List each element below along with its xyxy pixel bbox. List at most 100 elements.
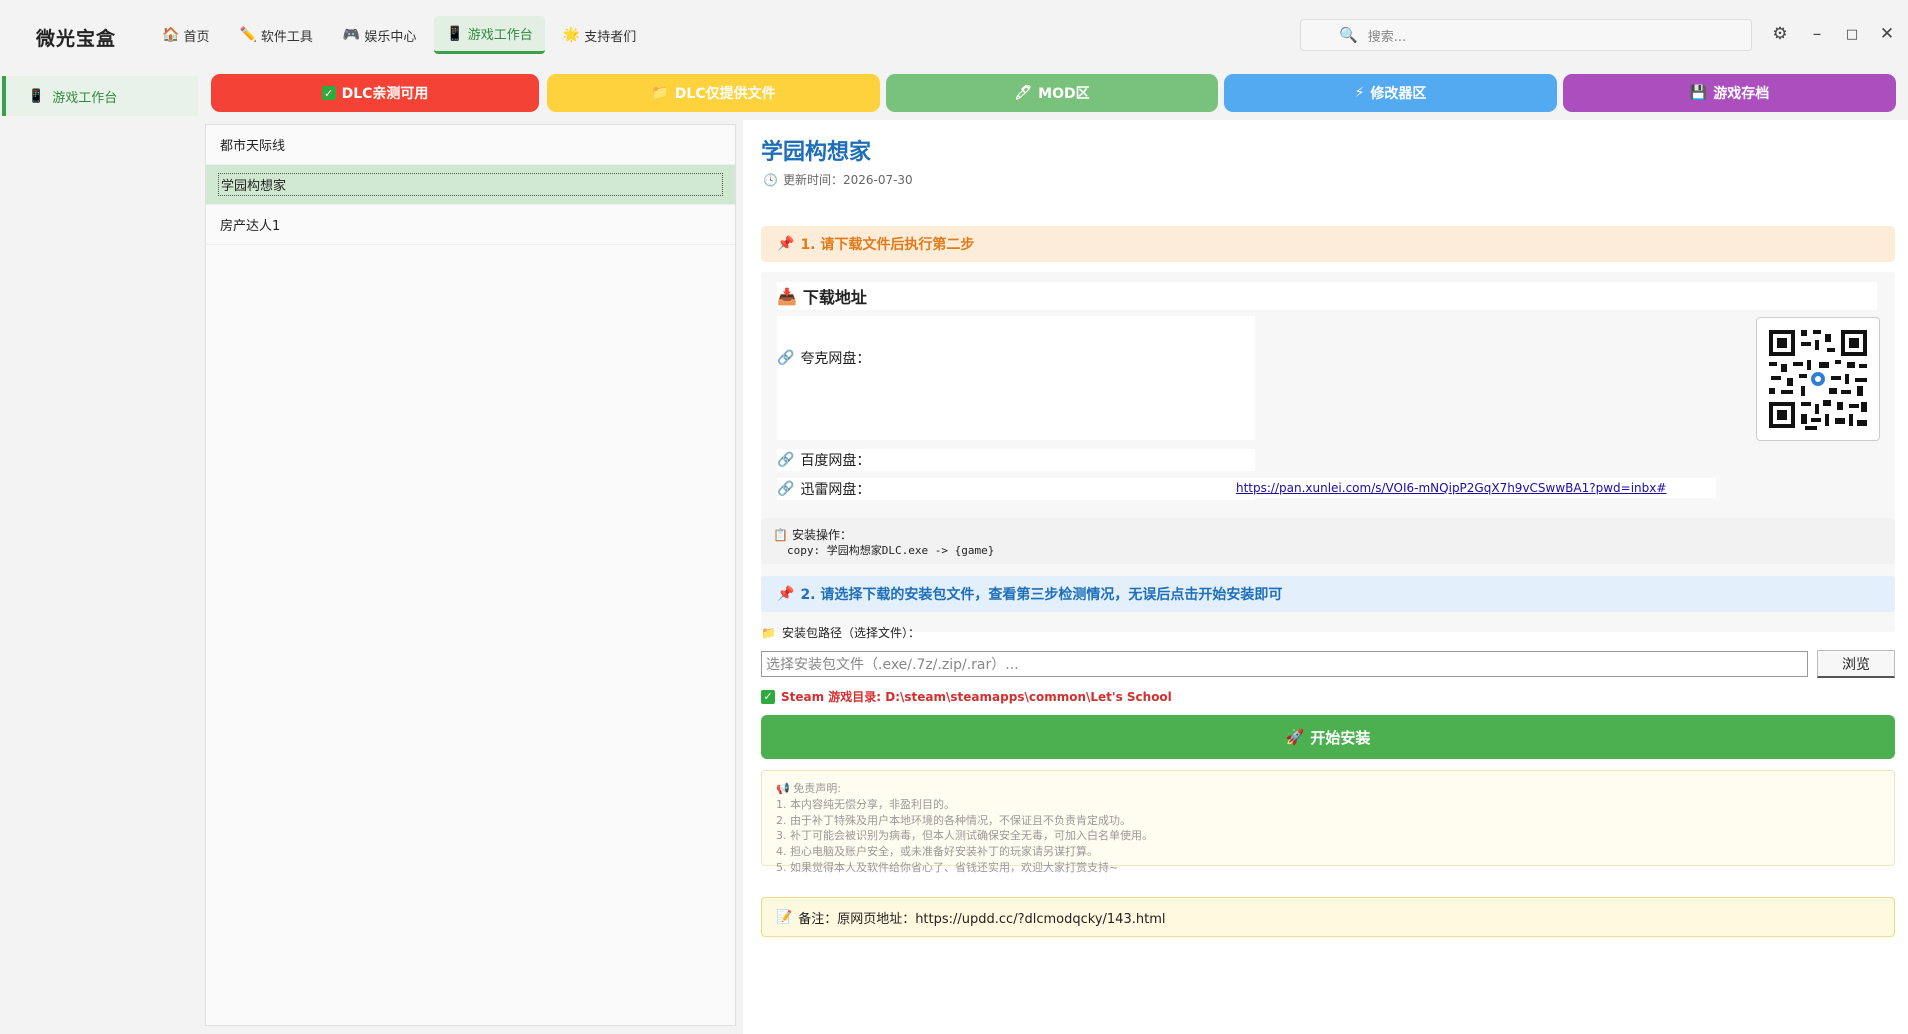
check-icon: ✓ xyxy=(761,689,775,704)
sidebar: 📱 游戏工作台 xyxy=(0,70,200,1034)
list-item-label: 都市天际线 xyxy=(220,139,286,154)
list-item[interactable]: 房产达人1 xyxy=(206,205,735,245)
nav-label: 娱乐中心 xyxy=(364,29,417,45)
xunlei-label: 🔗 迅雷网盘： xyxy=(777,479,870,499)
category-label: DLC仅提供文件 xyxy=(674,86,776,102)
category-trainer-button[interactable]: ⚡ 修改器区 xyxy=(1224,74,1557,112)
package-path-label-text: 安装包路径（选择文件）： xyxy=(781,626,920,640)
package-path-input[interactable]: 选择安装包文件（.exe/.7z/.zip/.rar）... xyxy=(761,651,1808,677)
pencil-icon: ✏️ xyxy=(239,27,257,43)
step1-banner: 📌 1. 请下载文件后执行第二步 xyxy=(761,226,1895,262)
minimize-icon[interactable]: – xyxy=(1805,24,1829,44)
search-placeholder: 搜索... xyxy=(1367,29,1407,45)
megaphone-icon: 📢 xyxy=(776,782,790,795)
top-nav: 🏠 首页 ✏️ 软件工具 🎮 娱乐中心 📱 游戏工作台 🌟 支持者们 xyxy=(150,16,648,54)
xunlei-label-text: 迅雷网盘： xyxy=(800,482,871,498)
maximize-icon[interactable]: □ xyxy=(1840,27,1864,42)
settings-icon[interactable]: ⚙ xyxy=(1768,24,1792,44)
quark-label: 🔗 夸克网盘： xyxy=(777,348,870,368)
step1-text: 1. 请下载文件后执行第二步 xyxy=(800,237,975,253)
install-label-text: 安装操作： xyxy=(791,528,852,542)
detail-panel: 学园构想家 🕓 更新时间：2026-07-30 📌 1. 请下载文件后执行第二步… xyxy=(743,120,1908,1034)
list-item-selected[interactable]: 学园构想家 xyxy=(206,165,735,205)
disclaimer-line: 4. 担心电脑及账户安全，或未准备好安装补丁的玩家请另谋打算。 xyxy=(776,845,1098,859)
search-icon: 🔍 xyxy=(1339,26,1358,44)
disclaimer-title-text: 免责声明: xyxy=(793,782,841,795)
list-item[interactable]: 都市天际线 xyxy=(206,125,735,165)
check-icon: ✓ xyxy=(321,86,336,100)
nav-supporters[interactable]: 🌟 支持者们 xyxy=(551,16,648,54)
nav-game-workbench[interactable]: 📱 游戏工作台 xyxy=(434,16,545,54)
nav-entertainment[interactable]: 🎮 娱乐中心 xyxy=(331,16,428,54)
sidebar-item-label: 游戏工作台 xyxy=(52,90,118,106)
list-item-label: 学园构想家 xyxy=(218,173,723,196)
start-install-label: 开始安装 xyxy=(1310,728,1371,747)
disclaimer-line: 5. 如果觉得本人及软件给你省心了、省钱还实用，欢迎大家打赏支持~ xyxy=(776,860,1119,874)
disclaimer-line: 1. 本内容纯无偿分享，非盈利目的。 xyxy=(776,797,955,811)
nav-home[interactable]: 🏠 首页 xyxy=(150,16,221,54)
install-label: 📋 安装操作： xyxy=(773,526,852,543)
clock-icon: 🕓 xyxy=(763,172,778,187)
search-input[interactable]: 🔍 搜索... xyxy=(1300,19,1752,51)
disclaimer-title: 📢 免责声明: xyxy=(776,781,1880,797)
install-command: copy: 学园构想家DLC.exe -> {game} xyxy=(787,544,995,557)
star-icon: 🌟 xyxy=(562,27,581,43)
step2-banner: 📌 2. 请选择下载的安装包文件，查看第三步检测情况，无误后点击开始安装即可 xyxy=(761,576,1895,612)
phone-icon: 📱 xyxy=(28,88,45,104)
update-time-text: 更新时间：2026-07-30 xyxy=(782,173,913,187)
folder-icon: 📁 xyxy=(761,625,776,640)
baidu-label-text: 百度网盘： xyxy=(800,453,871,469)
browse-button[interactable]: 浏览 xyxy=(1817,650,1895,678)
link-icon: 🔗 xyxy=(777,350,795,366)
package-path-label: 📁 安装包路径（选择文件）： xyxy=(761,624,920,641)
rocket-icon: 🚀 xyxy=(1285,728,1305,746)
save-icon: 💾 xyxy=(1689,85,1708,101)
start-install-button[interactable]: 🚀 开始安装 xyxy=(761,715,1895,759)
pin-icon: 📌 xyxy=(777,586,795,602)
category-label: DLC亲测可用 xyxy=(341,86,429,102)
step2-text: 2. 请选择下载的安装包文件，查看第三步检测情况，无误后点击开始安装即可 xyxy=(800,587,1283,603)
game-list: 都市天际线 学园构想家 房产达人1 xyxy=(205,124,736,1026)
category-dlc-files-button[interactable]: 📁 DLC仅提供文件 xyxy=(547,74,880,112)
tray-icon: 📥 xyxy=(777,286,797,306)
folder-icon: 📁 xyxy=(651,85,669,101)
download-header: 📥 下载地址 xyxy=(777,282,1877,310)
steam-directory-status: ✓ Steam 游戏目录: D:\steam\steamapps\common\… xyxy=(761,688,1172,705)
game-title: 学园构想家 xyxy=(761,140,872,165)
category-mod-button[interactable]: 🖊 MOD区 xyxy=(886,74,1218,112)
category-label: 游戏存档 xyxy=(1713,86,1770,102)
qr-code-graphic xyxy=(1769,330,1867,430)
note-box: 📝 备注：原网页地址：https://updd.cc/?dlcmodqcky/1… xyxy=(761,897,1895,937)
category-dlc-tested-button[interactable]: ✓ DLC亲测可用 xyxy=(211,74,539,112)
quark-label-text: 夸克网盘： xyxy=(800,351,871,367)
nav-software-tools[interactable]: ✏️ 软件工具 xyxy=(227,16,324,54)
xunlei-link[interactable]: https://pan.xunlei.com/s/VOI6-mNQipP2GqX… xyxy=(1236,478,1716,498)
update-time: 🕓 更新时间：2026-07-30 xyxy=(763,171,913,188)
nav-label: 支持者们 xyxy=(584,29,637,45)
category-label: 修改器区 xyxy=(1370,86,1427,102)
quark-link-box xyxy=(777,316,1255,440)
sidebar-item-game-workbench[interactable]: 📱 游戏工作台 xyxy=(2,76,198,116)
category-save-button[interactable]: 💾 游戏存档 xyxy=(1563,74,1896,112)
memo-icon: 📝 xyxy=(776,909,793,925)
nav-label: 首页 xyxy=(183,29,210,45)
link-icon: 🔗 xyxy=(777,481,795,497)
disclaimer-line: 2. 由于补丁特殊及用户本地环境的各种情况，不保证且不负责肯定成功。 xyxy=(776,813,1131,827)
nav-label: 软件工具 xyxy=(260,29,313,45)
steam-directory-text: Steam 游戏目录: D:\steam\steamapps\common\Le… xyxy=(781,690,1172,704)
lightning-icon: ⚡ xyxy=(1354,85,1365,101)
disclaimer-line: 3. 补丁可能会被识别为病毒，但本人测试确保安全无毒，可加入白名单使用。 xyxy=(776,829,1153,843)
note-text: 备注：原网页地址：https://updd.cc/?dlcmodqcky/143… xyxy=(798,911,1166,927)
nav-label: 游戏工作台 xyxy=(467,28,533,43)
pen-icon: 🖊 xyxy=(1014,85,1033,101)
app-title: 微光宝盒 xyxy=(36,28,117,50)
baidu-label: 🔗 百度网盘： xyxy=(777,450,870,470)
package-path-placeholder: 选择安装包文件（.exe/.7z/.zip/.rar）... xyxy=(766,657,1019,673)
download-header-text: 下载地址 xyxy=(802,288,867,307)
disclaimer-box: 📢 免责声明: 1. 本内容纯无偿分享，非盈利目的。 2. 由于补丁特殊及用户本… xyxy=(761,770,1895,874)
close-icon[interactable]: ✕ xyxy=(1875,24,1899,44)
list-item-label: 房产达人1 xyxy=(220,219,281,234)
title-bar: 微光宝盒 🏠 首页 ✏️ 软件工具 🎮 娱乐中心 📱 游戏工作台 🌟 支持者们 … xyxy=(0,0,1908,70)
category-label: MOD区 xyxy=(1038,86,1090,102)
phone-icon: 📱 xyxy=(446,25,464,42)
